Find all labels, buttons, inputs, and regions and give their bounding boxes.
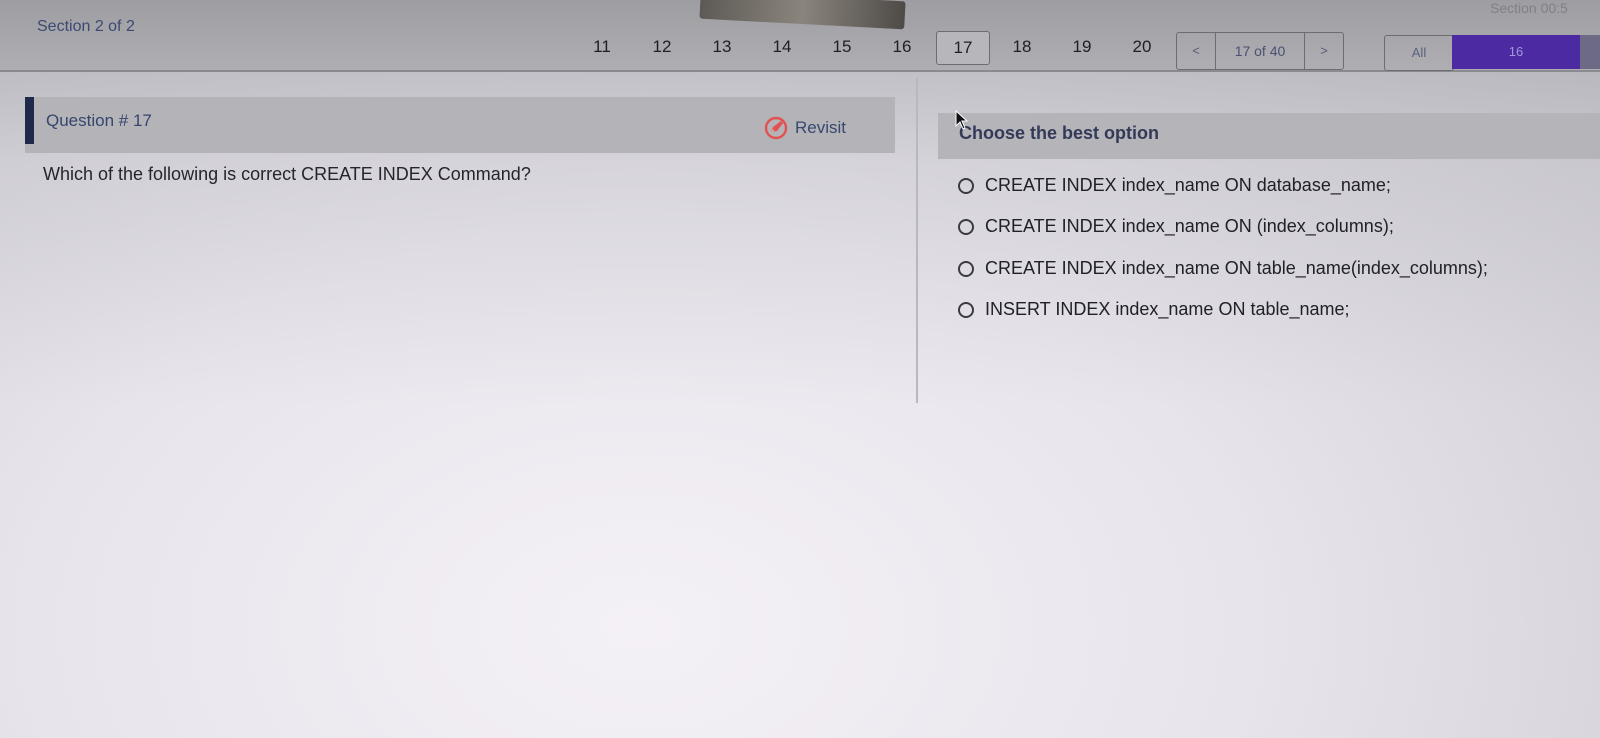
panel-divider [916, 78, 918, 403]
top-bar: Section 2 of 2 Section 00:5 11 12 13 14 … [0, 0, 1600, 72]
question-nav-15[interactable]: 15 [822, 31, 862, 63]
question-nav-19[interactable]: 19 [1062, 31, 1102, 63]
question-nav-18[interactable]: 18 [1002, 31, 1042, 63]
section-label: Section 2 of 2 [37, 18, 135, 35]
question-nav-16[interactable]: 16 [882, 31, 922, 63]
filter-tail [1580, 35, 1600, 69]
question-nav-13[interactable]: 13 [702, 31, 742, 63]
filter-all-button[interactable]: All [1384, 35, 1454, 71]
question-number: Question # 17 [46, 111, 152, 130]
decorative-fragment [699, 0, 906, 30]
question-nav-14[interactable]: 14 [762, 31, 802, 63]
filter-count-button[interactable]: 16 [1452, 35, 1580, 69]
option-4[interactable]: INSERT INDEX index_name ON table_name; [958, 299, 1350, 320]
options-title: Choose the best option [959, 123, 1159, 143]
exam-page: Section 2 of 2 Section 00:5 11 12 13 14 … [0, 0, 1600, 738]
question-nav-17-current[interactable]: 17 [936, 31, 990, 65]
option-label: CREATE INDEX index_name ON table_name(in… [985, 258, 1488, 278]
option-label: CREATE INDEX index_name ON (index_column… [985, 216, 1394, 236]
pager-prev-button[interactable]: < [1177, 33, 1215, 69]
option-3[interactable]: CREATE INDEX index_name ON table_name(in… [958, 258, 1488, 279]
question-nav-20[interactable]: 20 [1122, 31, 1162, 63]
pager-next-button[interactable]: > [1305, 33, 1343, 69]
question-nav-11[interactable]: 11 [582, 31, 622, 63]
option-label: INSERT INDEX index_name ON table_name; [985, 299, 1350, 319]
radio-button[interactable] [958, 218, 974, 235]
revisit-button[interactable]: Revisit [764, 116, 846, 140]
radio-button[interactable] [958, 177, 974, 194]
question-accent-bar [25, 97, 34, 144]
revisit-label: Revisit [795, 118, 847, 137]
pager-status: 17 of 40 [1215, 33, 1305, 69]
option-1[interactable]: CREATE INDEX index_name ON database_name… [958, 175, 1391, 196]
radio-button[interactable] [958, 260, 974, 277]
question-nav-12[interactable]: 12 [642, 31, 682, 63]
option-label: CREATE INDEX index_name ON database_name… [985, 175, 1391, 195]
option-2[interactable]: CREATE INDEX index_name ON (index_column… [958, 216, 1394, 237]
radio-button[interactable] [958, 301, 974, 318]
question-text: Which of the following is correct CREATE… [43, 164, 531, 184]
question-pager: < 17 of 40 > [1176, 32, 1344, 70]
pencil-circle-icon [764, 116, 788, 140]
section-timer: Section 00:5 [1490, 0, 1568, 16]
mouse-cursor-icon [955, 110, 969, 130]
